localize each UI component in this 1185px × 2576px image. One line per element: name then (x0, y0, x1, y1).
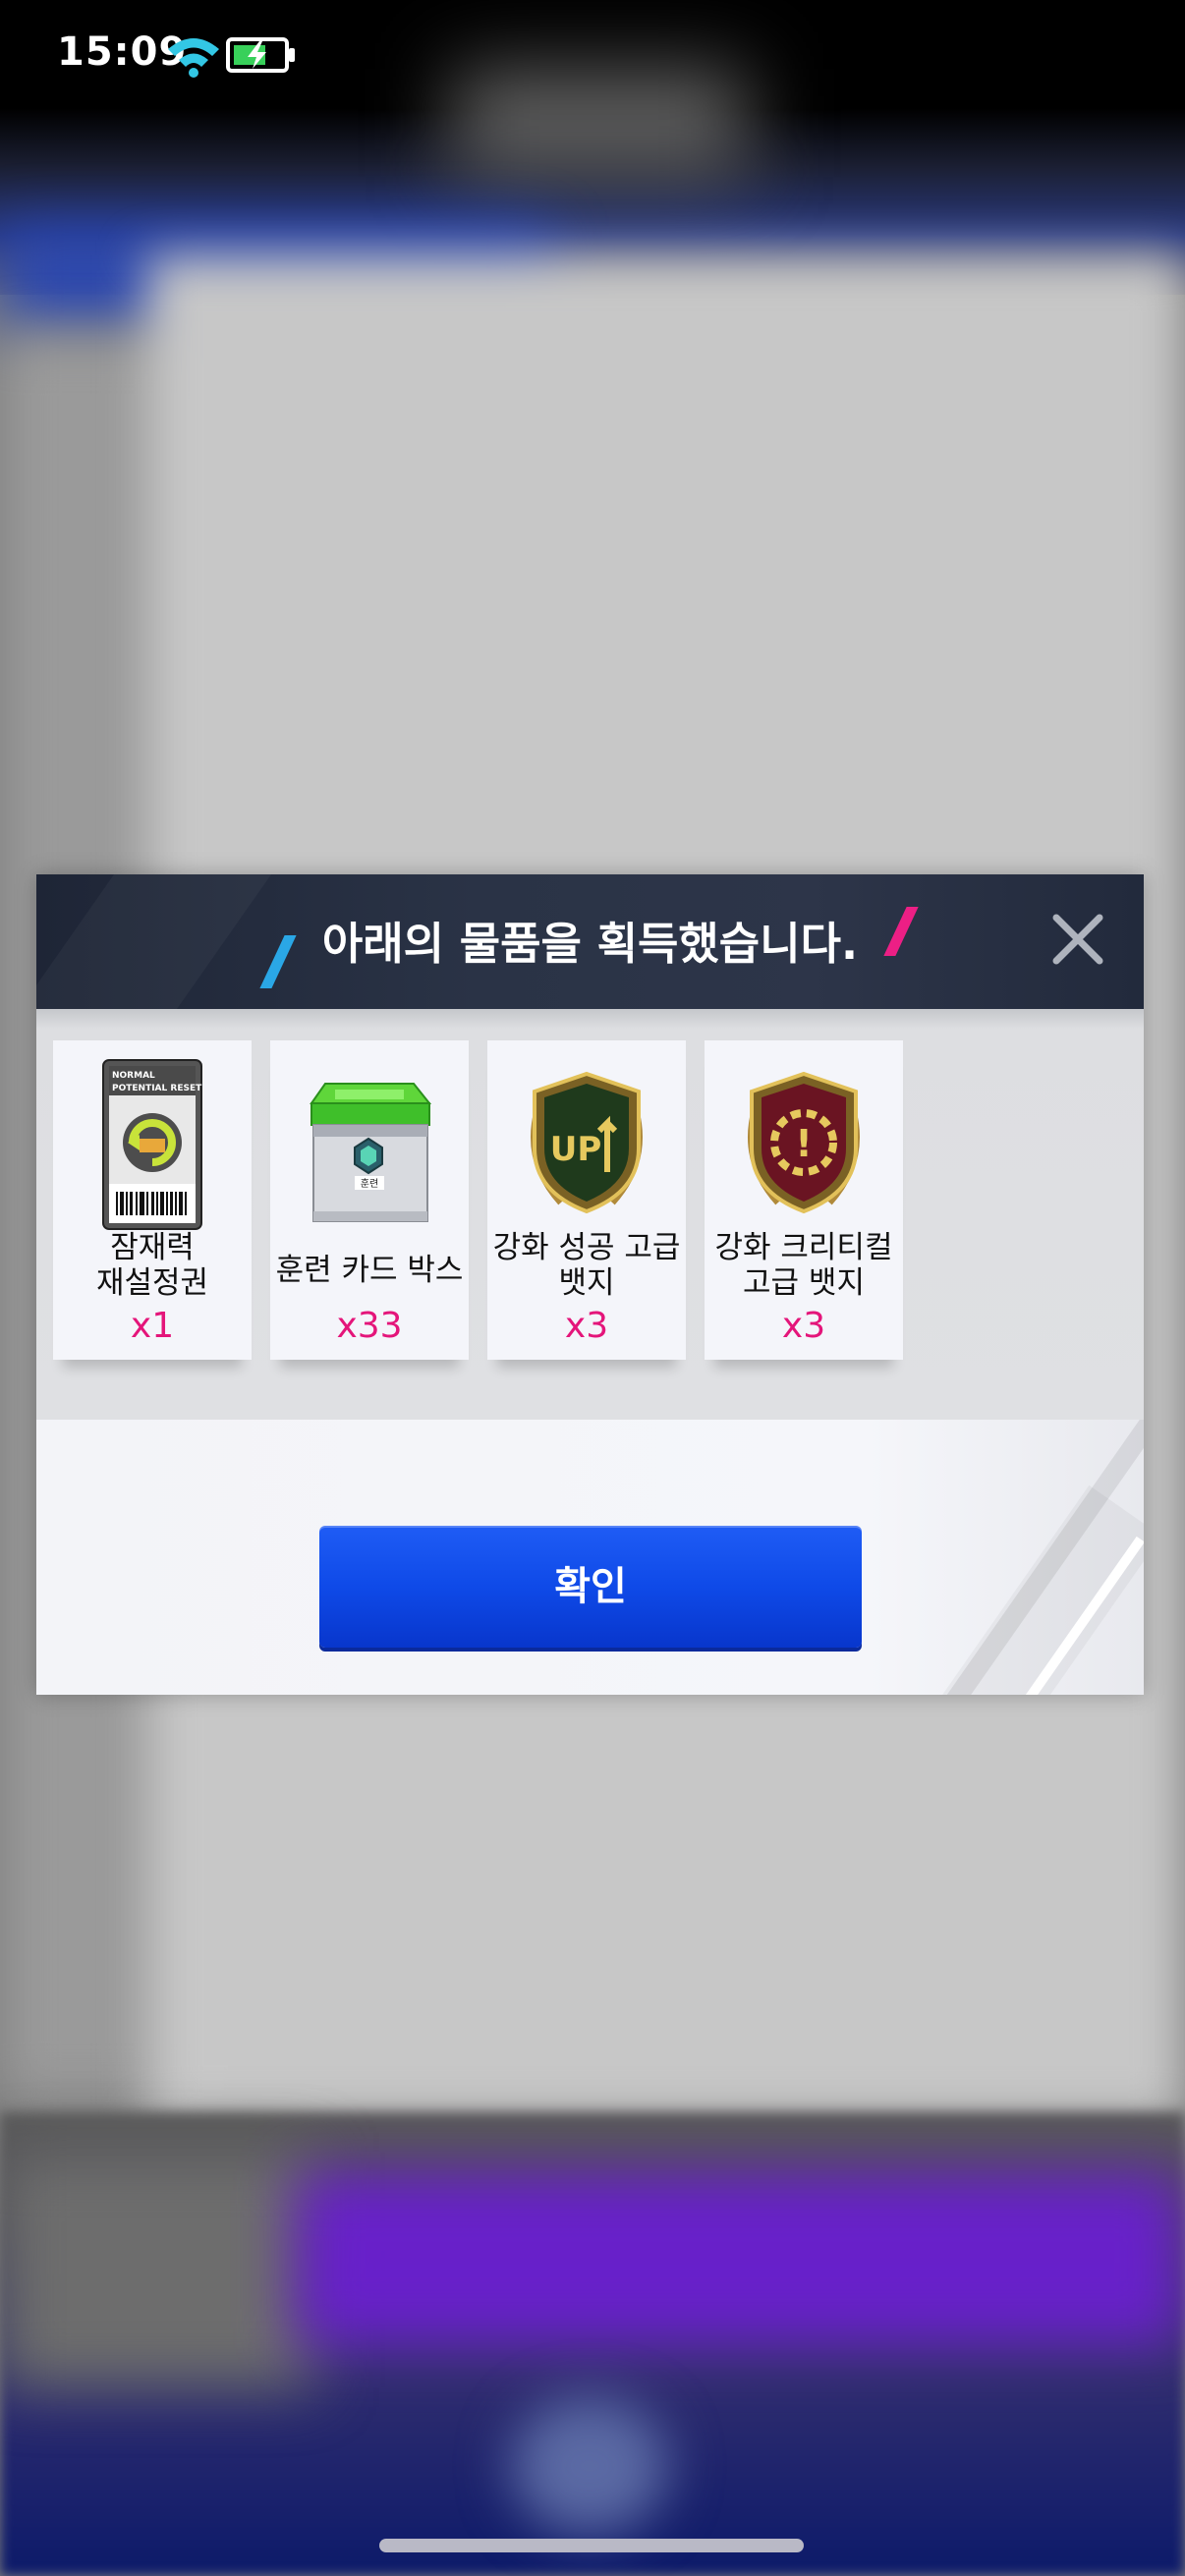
svg-text:훈련: 훈련 (361, 1177, 378, 1190)
confirm-button[interactable]: 확인 (319, 1526, 862, 1648)
potential-reset-ticket-icon: NORMAL POTENTIAL RESET (102, 1059, 202, 1230)
close-icon[interactable] (1048, 910, 1107, 969)
svg-text:!: ! (795, 1122, 812, 1165)
item-quantity: x1 (130, 1306, 175, 1346)
upgrade-critical-badge-icon: ! (748, 1071, 860, 1214)
item-quantity: x33 (336, 1306, 403, 1346)
item-quantity: x3 (564, 1306, 609, 1346)
reward-dialog: 아래의 물품을 획득했습니다. NORMAL POTENTIAL RESET 잠… (36, 874, 1144, 1695)
item-name: 잠재력 재설정권 (95, 1230, 209, 1301)
svg-text:NORMAL: NORMAL (112, 1071, 155, 1081)
item-quantity: x3 (781, 1306, 826, 1346)
reward-item: 훈련 훈련 카드 박스 x33 (270, 1040, 469, 1360)
wifi-icon (168, 38, 219, 78)
item-name: 강화 크리티컬 고급 뱃지 (714, 1230, 893, 1301)
reward-item: UP 강화 성공 고급 뱃지 x3 (487, 1040, 686, 1360)
battery-charging-icon (226, 37, 295, 73)
item-name: 훈련 카드 박스 (275, 1253, 464, 1288)
svg-text:UP: UP (550, 1130, 602, 1169)
training-card-box-icon: 훈련 (310, 1083, 432, 1222)
dialog-header: 아래의 물품을 획득했습니다. (36, 874, 1144, 1009)
svg-text:POTENTIAL RESET: POTENTIAL RESET (112, 1084, 202, 1093)
dialog-footer: 확인 (36, 1420, 1144, 1695)
upgrade-success-badge-icon: UP (531, 1071, 643, 1214)
reward-item: NORMAL POTENTIAL RESET 잠재력 재설정권 x1 (53, 1040, 252, 1360)
reward-item: ! 강화 크리티컬 고급 뱃지 x3 (705, 1040, 903, 1360)
reward-items-list: NORMAL POTENTIAL RESET 잠재력 재설정권 x1 훈련 훈련… (36, 1009, 1144, 1420)
home-indicator[interactable] (379, 2539, 804, 2552)
dialog-title: 아래의 물품을 획득했습니다. (321, 918, 859, 970)
item-name: 강화 성공 고급 뱃지 (492, 1230, 681, 1301)
status-bar: 15:09 (0, 0, 1185, 108)
